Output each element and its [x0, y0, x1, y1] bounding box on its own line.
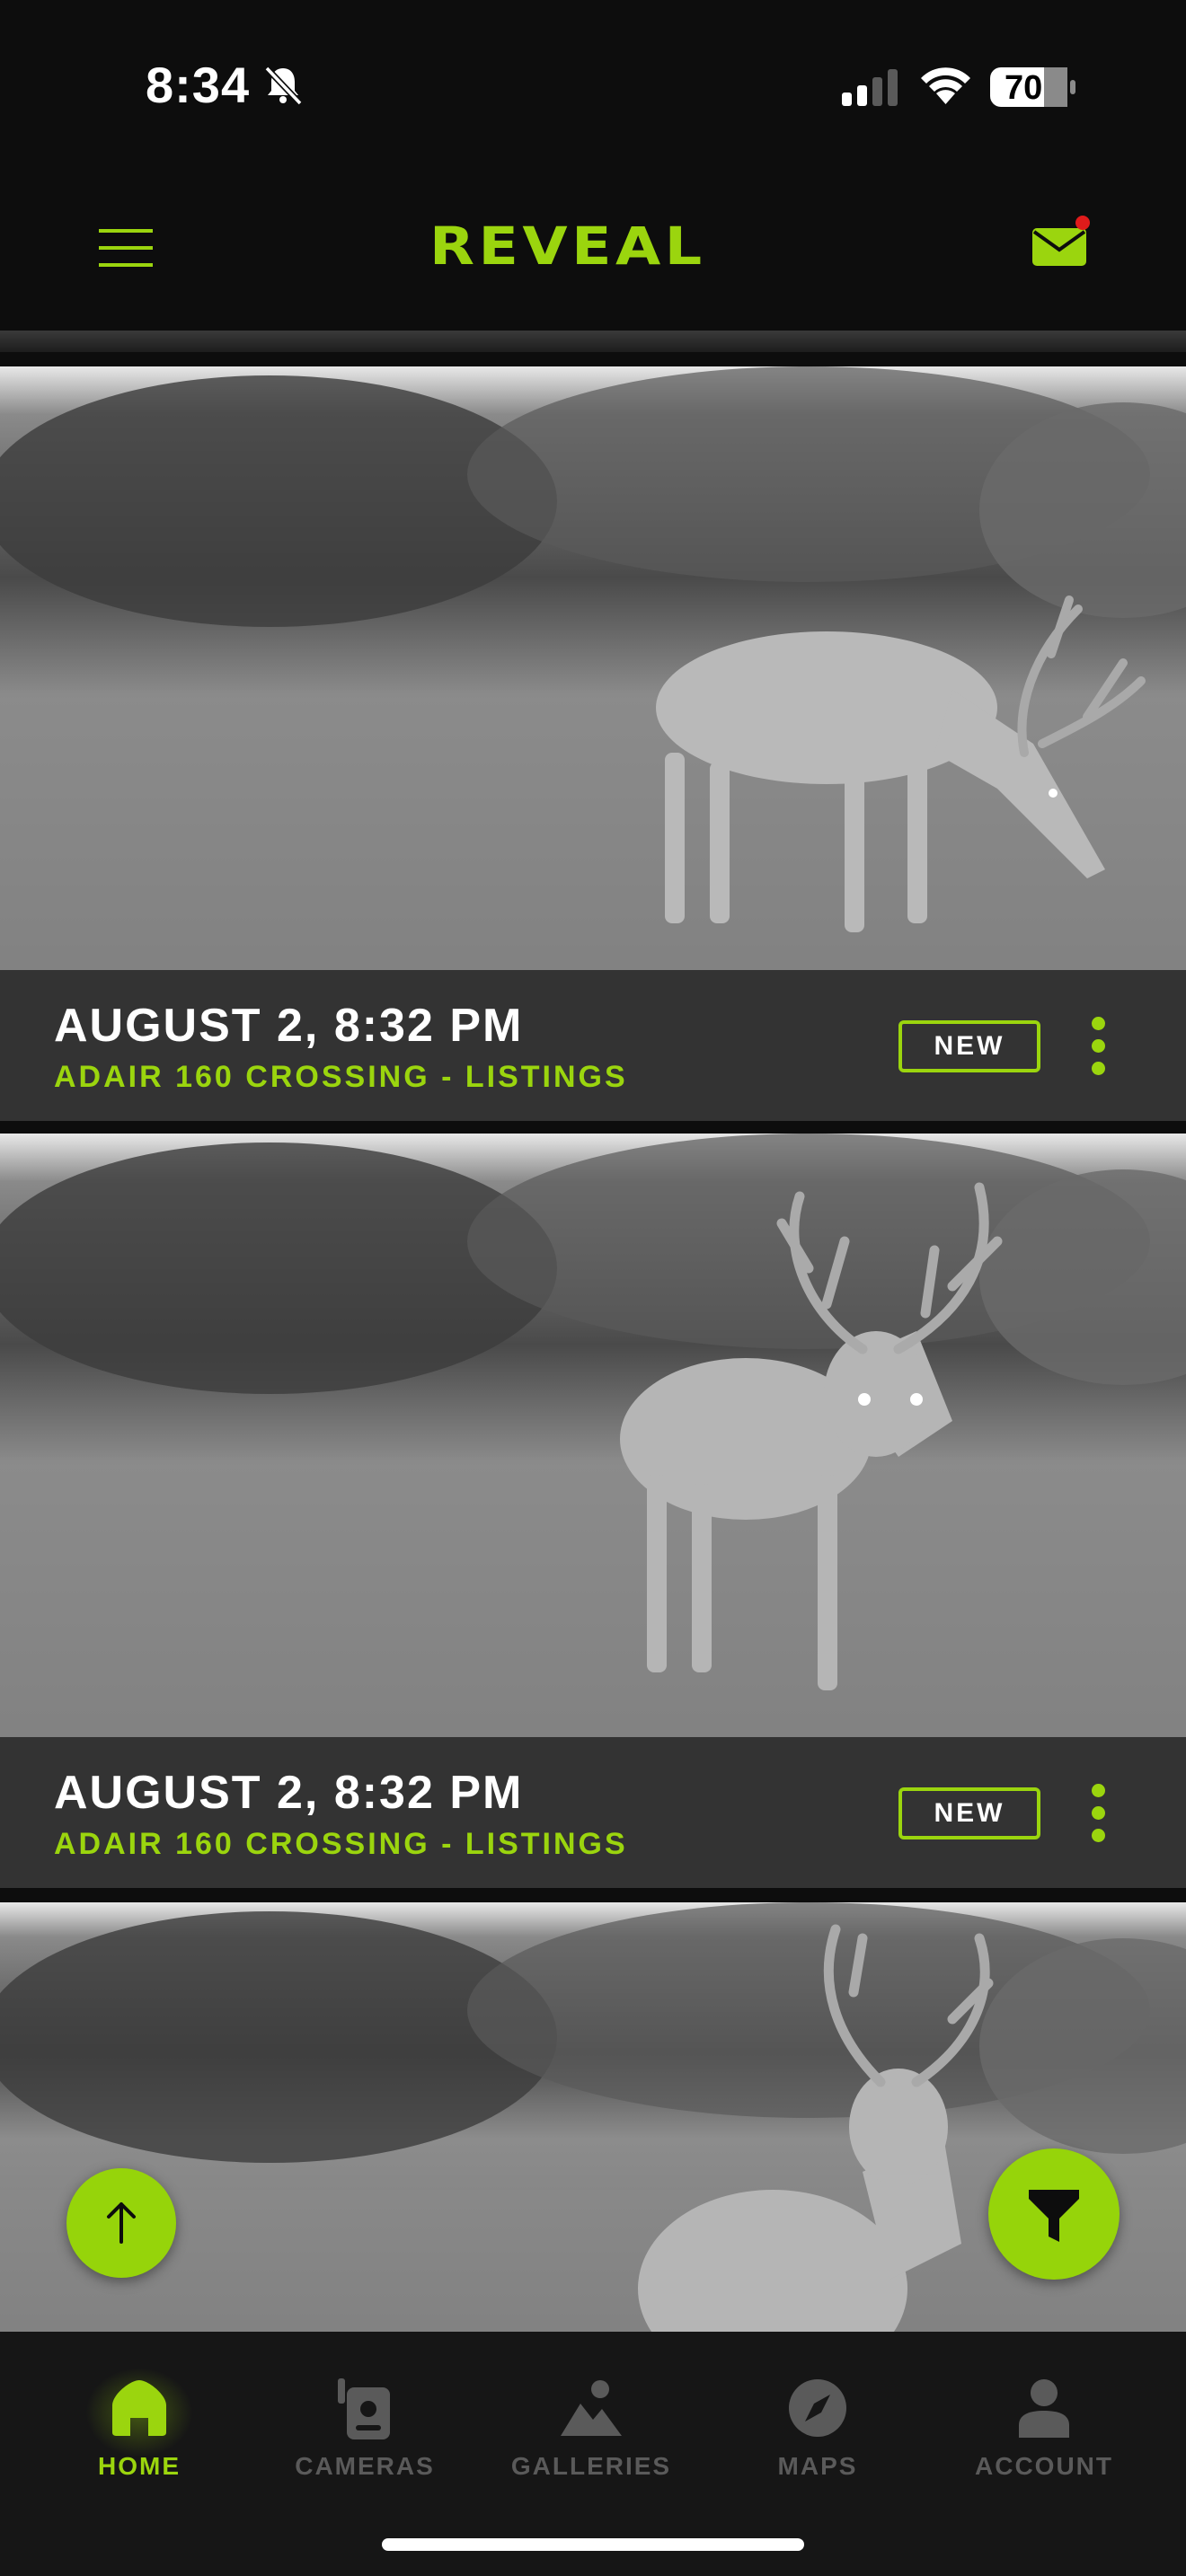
- nav-account[interactable]: ACCOUNT: [945, 2332, 1143, 2511]
- nav-galleries[interactable]: GALLERIES: [492, 2332, 690, 2511]
- battery-level: 70: [1005, 69, 1043, 107]
- logo-text: REVEAL: [429, 216, 706, 277]
- photo-camera-name: ADAIR 160 CROSSING - LISTINGS: [54, 1827, 628, 1861]
- header-divider: [0, 331, 1186, 352]
- mail-icon[interactable]: [1029, 214, 1092, 271]
- account-icon: [1019, 2379, 1069, 2438]
- bell-muted-icon: [264, 66, 303, 106]
- new-badge: NEW: [898, 1020, 1040, 1072]
- nav-label: GALLERIES: [510, 2452, 672, 2480]
- trail-photo-1[interactable]: [0, 366, 1186, 970]
- nav-cameras[interactable]: CAMERAS: [266, 2332, 464, 2511]
- nav-label: MAPS: [777, 2452, 858, 2480]
- home-indicator: [382, 2538, 804, 2551]
- new-badge: NEW: [898, 1787, 1040, 1839]
- trail-photo-3[interactable]: [0, 1902, 1186, 2332]
- compass-icon: [789, 2379, 846, 2437]
- unread-dot: [1075, 216, 1090, 230]
- more-options-icon[interactable]: [1083, 1017, 1115, 1076]
- camera-icon: [338, 2378, 390, 2439]
- hamburger-menu-icon[interactable]: [99, 227, 153, 269]
- nav-home[interactable]: HOME: [40, 2332, 238, 2511]
- status-bar: 8:34 70: [0, 0, 1186, 171]
- photo-caption-2[interactable]: AUGUST 2, 8:32 PM ADAIR 160 CROSSING - L…: [0, 1737, 1186, 1888]
- nav-label: ACCOUNT: [975, 2452, 1113, 2480]
- cellular-signal-icon: [842, 69, 898, 106]
- home-icon: [112, 2380, 166, 2436]
- status-time: 8:34: [146, 57, 251, 113]
- filter-icon: [1029, 2190, 1079, 2242]
- more-options-icon[interactable]: [1083, 1784, 1115, 1843]
- photo-camera-name: ADAIR 160 CROSSING - LISTINGS: [54, 1060, 628, 1094]
- arrow-up-icon: [107, 2202, 136, 2244]
- photo-date: AUGUST 2, 8:32 PM: [54, 1767, 524, 1819]
- reveal-logo: REVEAL: [429, 219, 757, 273]
- separator: [0, 1888, 1186, 1901]
- scroll-to-top-button[interactable]: [66, 2168, 176, 2278]
- wifi-icon: [921, 67, 970, 104]
- nav-label: HOME: [98, 2452, 181, 2480]
- battery-indicator: 70: [988, 65, 1078, 110]
- trail-photo-2[interactable]: [0, 1134, 1186, 1737]
- photo-caption-1[interactable]: AUGUST 2, 8:32 PM ADAIR 160 CROSSING - L…: [0, 970, 1186, 1121]
- filter-button[interactable]: [988, 2148, 1120, 2280]
- galleries-icon: [561, 2380, 622, 2436]
- nav-maps[interactable]: MAPS: [719, 2332, 916, 2511]
- separator: [0, 1121, 1186, 1134]
- photo-date: AUGUST 2, 8:32 PM: [54, 1000, 524, 1052]
- nav-label: CAMERAS: [295, 2452, 435, 2480]
